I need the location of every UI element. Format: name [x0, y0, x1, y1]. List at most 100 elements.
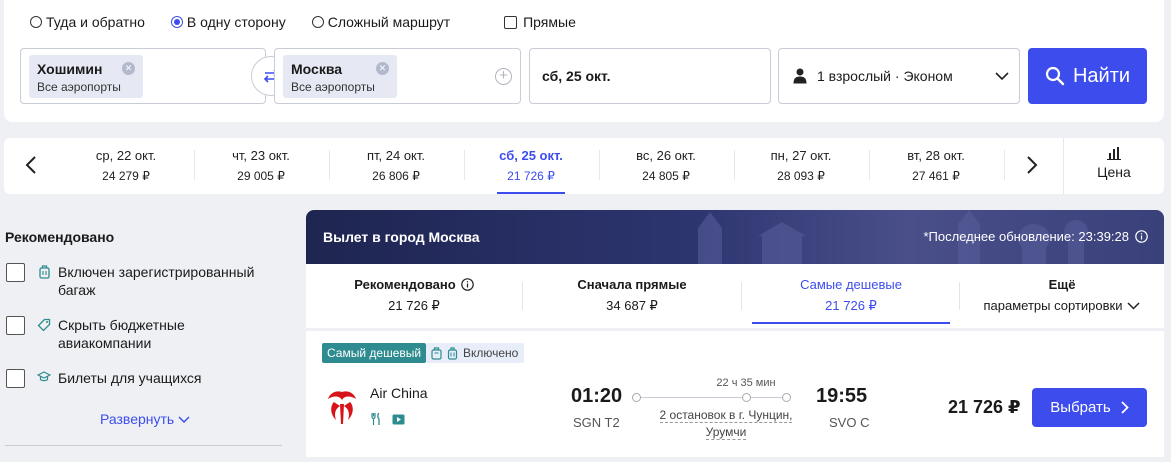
date-cell-price: 27 461 ₽ [912, 169, 960, 183]
direct-only-label: Прямые [523, 14, 576, 30]
sort-tab-price: 21 726 ₽ [388, 298, 440, 313]
chevron-down-icon [1127, 301, 1141, 310]
sort-tab-title: Самые дешевые [800, 277, 902, 292]
trip-type-label: Сложный маршрут [327, 14, 451, 30]
radio-multicity[interactable] [311, 16, 324, 28]
filter-checkbox[interactable] [6, 316, 25, 335]
date-cell-6[interactable]: пн, 27 окт. 28 093 ₽ [734, 148, 868, 188]
date-cell-price: 28 093 ₽ [777, 169, 825, 183]
sort-tab-recommended[interactable]: Рекомендовано 21 726 ₽ [306, 277, 522, 314]
active-tab-indicator [752, 322, 950, 324]
departure-airport: SGN T2 [573, 415, 620, 430]
radio-oneway[interactable] [170, 16, 183, 28]
included-label: Включено [463, 346, 519, 360]
filter-checkbox[interactable] [6, 263, 25, 282]
direct-only-option[interactable]: Прямые [504, 14, 576, 30]
direct-only-checkbox[interactable] [504, 15, 518, 29]
trip-type-multicity[interactable]: Сложный маршрут [311, 14, 451, 30]
divider [741, 282, 742, 310]
date-strip: ср, 22 окт. 24 279 ₽ чт, 23 окт. 29 005 … [4, 138, 1164, 194]
search-icon [1045, 66, 1065, 86]
origin-chip: Хошимин Все аэропорты ✕ [29, 55, 143, 98]
destination-field[interactable]: Москва Все аэропорты ✕ + [274, 48, 521, 104]
route-line [636, 397, 788, 398]
route-start-dot [632, 393, 641, 402]
date-cell-date: пн, 27 окт. [770, 148, 832, 163]
sort-tab-more[interactable]: Ещё параметры сортировки [960, 277, 1164, 313]
chevron-left-icon [25, 156, 36, 174]
date-cell-date: пт, 24 окт. [366, 148, 426, 163]
prev-dates-button[interactable] [16, 150, 46, 180]
next-dates-button[interactable] [1017, 150, 1047, 180]
filter-hide-budget-airlines[interactable]: Скрыть бюджетные авиакомпании [6, 316, 185, 352]
date-cell-3[interactable]: пт, 24 окт. 26 806 ₽ [329, 148, 463, 188]
bar-chart-icon [1107, 147, 1121, 160]
date-field[interactable]: сб, 25 окт. [529, 48, 771, 104]
passengers-field[interactable]: 1 взрослый · Эконом [778, 48, 1020, 104]
stops-line: 2 остановок в г. Чунцин, [659, 408, 793, 423]
sort-tab-title: Рекомендовано [354, 277, 456, 292]
clear-origin-icon[interactable]: ✕ [122, 62, 135, 75]
cheapest-badge: Самый дешевый [322, 343, 427, 363]
find-button[interactable]: Найти [1028, 48, 1147, 104]
date-cell-date: чт, 23 окт. [232, 148, 290, 163]
chevron-down-icon [178, 416, 190, 424]
departure-time: 01:20 [571, 385, 623, 407]
date-cell-7[interactable]: вт, 28 окт. 27 461 ₽ [869, 148, 1003, 188]
arrival-airport: SVO C [829, 415, 870, 430]
trip-type-roundtrip[interactable]: Туда и обратно [30, 14, 145, 30]
airline-name: Air China [370, 385, 428, 401]
destination-chip: Москва Все аэропорты ✕ [283, 55, 397, 98]
filter-student-tickets[interactable]: Билеты для учащихся [6, 369, 202, 388]
filter-label: Включен зарегистрированный [58, 264, 255, 280]
filter-checked-baggage[interactable]: Включен зарегистрированный багаж [6, 263, 254, 299]
select-flight-button[interactable]: Выбрать [1032, 388, 1147, 427]
trip-type-options: Туда и обратно В одну сторону Сложный ма… [30, 14, 576, 30]
date-cell-2[interactable]: чт, 23 окт. 29 005 ₽ [194, 148, 328, 188]
date-cell-4-selected[interactable]: сб, 25 окт. 21 726 ₽ [464, 148, 598, 194]
date-cell-5[interactable]: вс, 26 окт. 24 805 ₽ [599, 148, 733, 188]
clear-destination-icon[interactable]: ✕ [376, 62, 389, 75]
price-label: Цена [1097, 164, 1131, 180]
info-icon[interactable] [460, 278, 474, 291]
arrival-time: 19:55 [816, 385, 868, 407]
date-cell-date: ср, 22 окт. [95, 148, 157, 163]
sort-tab-direct-first[interactable]: Сначала прямые 34 687 ₽ [524, 277, 740, 314]
stops-info[interactable]: 2 остановок в г. Чунцин, Урумчи [646, 407, 806, 441]
route-stop-dot [742, 393, 751, 402]
included-badge: Включено [426, 343, 525, 363]
tag-icon [37, 318, 51, 332]
last-update: *Последнее обновление: 23:39:28 [923, 229, 1148, 244]
divider [522, 282, 523, 310]
sort-tab-cheapest[interactable]: Самые дешевые 21 726 ₽ [743, 277, 959, 314]
filters-title: Рекомендовано [5, 229, 115, 245]
find-label: Найти [1072, 64, 1131, 87]
flight-card[interactable]: Самый дешевый Включено Air China 01:20 S [306, 331, 1164, 457]
date-value: сб, 25 окт. [542, 68, 611, 84]
baggage-icon [447, 346, 458, 360]
origin-field[interactable]: Хошимин Все аэропорты ✕ [20, 48, 266, 104]
date-cell-1[interactable]: ср, 22 окт. 24 279 ₽ [59, 148, 193, 188]
expand-label: Развернуть [100, 411, 175, 427]
sort-more-label: параметры сортировки [983, 298, 1123, 313]
entertainment-icon [392, 414, 405, 424]
price-chart-toggle[interactable]: Цена [1063, 138, 1164, 194]
trip-type-label: В одну сторону [186, 14, 286, 30]
info-icon[interactable] [1135, 230, 1148, 243]
baggage-icon [38, 265, 50, 279]
search-panel: Туда и обратно В одну сторону Сложный ма… [4, 0, 1164, 122]
flight-duration: 22 ч 35 мин [716, 377, 776, 389]
air-china-logo [328, 391, 356, 424]
trip-type-oneway[interactable]: В одну сторону [170, 14, 286, 30]
add-destination-icon[interactable]: + [495, 68, 512, 85]
filter-checkbox[interactable] [6, 369, 25, 388]
sort-tab-title: Сначала прямые [577, 277, 687, 292]
flight-price: 21 726 ₽ [948, 397, 1021, 417]
date-cell-date: сб, 25 окт. [499, 148, 563, 163]
radio-roundtrip[interactable] [30, 16, 42, 28]
sort-tabs: Рекомендовано 21 726 ₽ Сначала прямые 34… [306, 264, 1164, 328]
person-icon [793, 68, 807, 84]
date-cell-price: 26 806 ₽ [372, 169, 420, 183]
carry-on-icon [431, 346, 442, 360]
expand-filters-link[interactable]: Развернуть [100, 411, 190, 427]
